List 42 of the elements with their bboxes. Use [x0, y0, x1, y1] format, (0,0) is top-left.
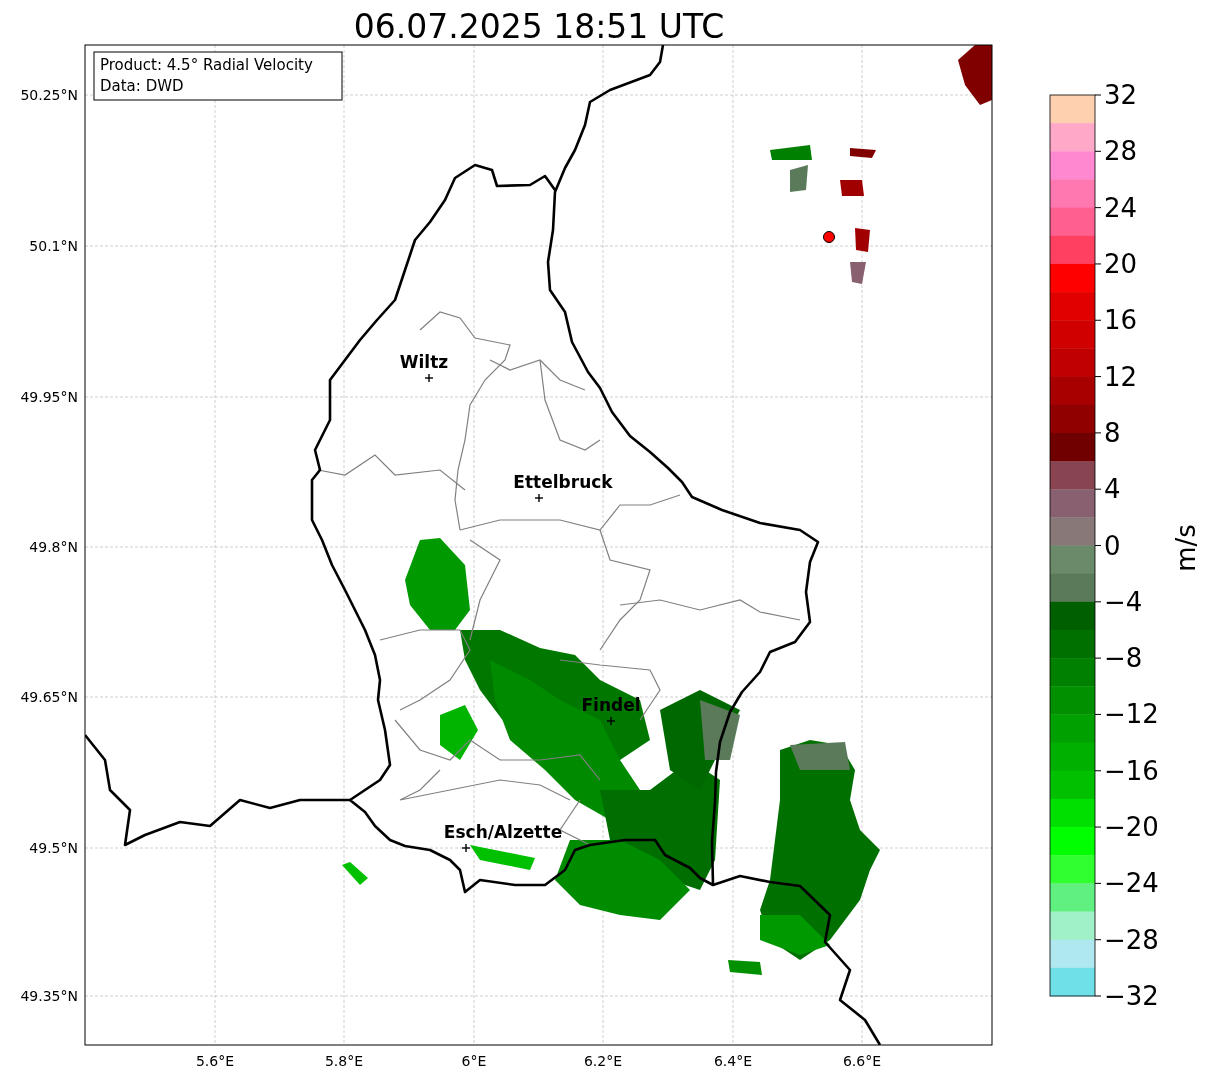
longitude-label: 6.2°E — [583, 1053, 623, 1069]
city-label: Wiltz — [399, 352, 449, 372]
colorbar-tick-label: −32 — [1104, 981, 1159, 1011]
longitude-label: 5.8°E — [324, 1053, 364, 1069]
colorbar-tick-label: 0 — [1104, 530, 1121, 561]
colorbar-label: m/s — [1171, 524, 1201, 572]
city-label: Findel — [581, 695, 641, 715]
latitude-label: 49.65°N — [20, 689, 78, 705]
latitude-label: 50.25°N — [20, 87, 78, 103]
colorbar-tick-label: −16 — [1104, 755, 1159, 786]
colorbar-tick-label: 4 — [1104, 474, 1121, 505]
colorbar-tick-label: 24 — [1104, 192, 1138, 223]
colorbar-tick-label: 28 — [1104, 136, 1138, 167]
longitude-label: 6°E — [461, 1053, 487, 1069]
colorbar-tick-label: −8 — [1104, 643, 1143, 674]
latitude-label: 49.5°N — [29, 840, 78, 856]
colorbar-tick-label: 16 — [1104, 305, 1138, 336]
city-marker-icon — [424, 373, 434, 383]
info-text: Data: DWD — [100, 77, 184, 95]
latitude-label: 50.1°N — [29, 238, 78, 254]
city-marker-icon — [461, 843, 471, 853]
colorbar-tick-label: −20 — [1104, 812, 1159, 843]
city-label: Esch/Alzette — [443, 822, 563, 842]
colorbar-tick-label: −4 — [1104, 586, 1143, 617]
chart-title: 06.07.2025 18:51 UTC — [353, 7, 725, 46]
colorbar-tick-label: 8 — [1104, 417, 1121, 448]
longitude-label: 5.6°E — [195, 1053, 235, 1069]
longitude-label: 6.4°E — [713, 1053, 753, 1069]
city-marker-icon — [606, 716, 616, 726]
colorbar-tick-label: 12 — [1104, 361, 1138, 392]
city-label: Ettelbruck — [513, 472, 613, 492]
city-marker-icon — [534, 493, 544, 503]
colorbar-tick-label: 20 — [1104, 248, 1138, 279]
latitude-label: 49.35°N — [20, 988, 78, 1004]
colorbar-tick-label: −12 — [1104, 699, 1159, 730]
info-text: Product: 4.5° Radial Velocity — [100, 56, 313, 74]
colorbar-tick-label: −28 — [1104, 924, 1159, 955]
longitude-label: 6.6°E — [842, 1053, 882, 1069]
latitude-label: 49.8°N — [29, 539, 78, 555]
latitude-label: 49.95°N — [20, 389, 78, 405]
colorbar-tick-label: −24 — [1104, 868, 1159, 899]
colorbar-tick-label: 32 — [1104, 80, 1138, 110]
